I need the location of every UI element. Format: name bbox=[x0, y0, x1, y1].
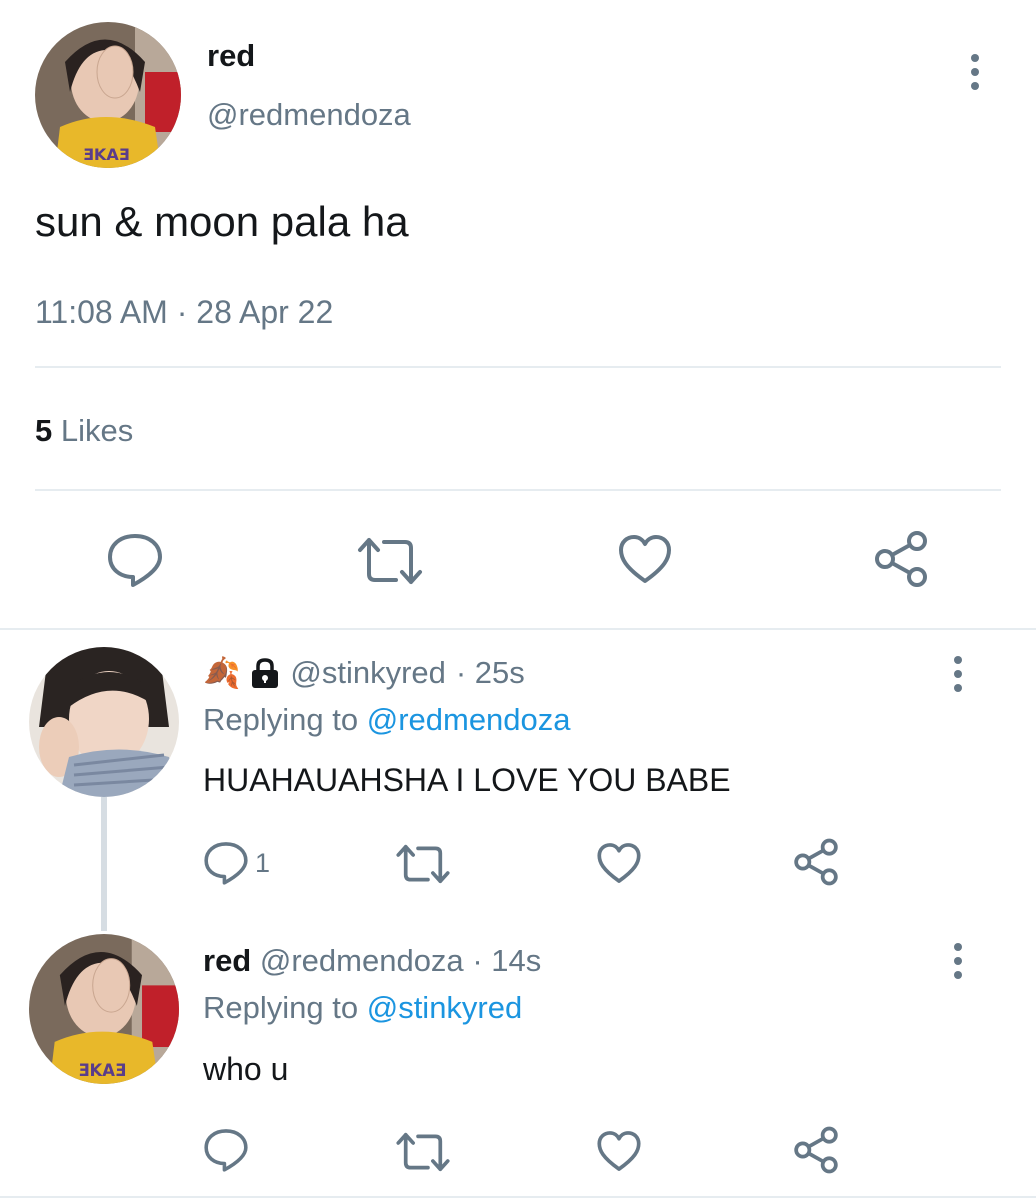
reply-icon bbox=[204, 1129, 248, 1172]
tweet-date: 28 Apr 22 bbox=[196, 294, 334, 330]
reply1-handle[interactable]: @stinkyred bbox=[290, 655, 446, 691]
svg-text:ƎKAƎ: ƎKAƎ bbox=[83, 145, 130, 164]
likes-count: 5 bbox=[35, 413, 53, 448]
replying-handle-link[interactable]: @redmendoza bbox=[367, 702, 571, 737]
avatar-red[interactable]: ƎKAƎ bbox=[35, 22, 181, 168]
reply1-header: 🍂 @stinkyred · 25s bbox=[203, 655, 525, 691]
retweet-button[interactable] bbox=[356, 536, 424, 586]
reply1-replying-to: Replying to @redmendoza bbox=[203, 702, 571, 738]
likes-stat[interactable]: 5 Likes bbox=[35, 413, 133, 449]
more-icon[interactable] bbox=[952, 656, 964, 692]
divider bbox=[35, 366, 1001, 368]
svg-text:ƎKAƎ: ƎKAƎ bbox=[78, 1061, 126, 1080]
share-icon bbox=[794, 1126, 838, 1174]
leaf-emoji: 🍂 bbox=[203, 656, 241, 690]
author-handle[interactable]: @redmendoza bbox=[207, 97, 411, 133]
reply2-age: · 14s bbox=[472, 943, 542, 978]
share-icon bbox=[875, 531, 927, 587]
like-button[interactable] bbox=[596, 1129, 642, 1173]
tweet-time: 11:08 AM bbox=[35, 294, 168, 330]
section-divider bbox=[0, 628, 1036, 630]
avatar-red[interactable]: ƎKAƎ bbox=[29, 934, 179, 1084]
like-icon bbox=[619, 535, 671, 583]
reply2-text: who u bbox=[203, 1051, 289, 1087]
reply-button[interactable]: 1 bbox=[203, 840, 270, 886]
reply-button[interactable] bbox=[106, 532, 164, 588]
reply2-replying-to: Replying to @stinkyred bbox=[203, 990, 522, 1026]
bottom-divider bbox=[0, 1196, 1036, 1198]
divider bbox=[35, 489, 1001, 491]
avatar-stinkyred[interactable] bbox=[29, 647, 179, 797]
author-name[interactable]: red bbox=[207, 38, 255, 74]
reply-icon bbox=[204, 842, 248, 885]
retweet-icon bbox=[396, 844, 450, 884]
share-icon bbox=[794, 838, 838, 886]
replying-handle-link[interactable]: @stinkyred bbox=[367, 990, 523, 1025]
more-icon[interactable] bbox=[952, 943, 964, 979]
share-button[interactable] bbox=[792, 838, 840, 886]
tweet-text: sun & moon pala ha bbox=[35, 198, 409, 245]
share-button[interactable] bbox=[872, 530, 930, 588]
like-icon bbox=[597, 843, 641, 883]
reply2-handle[interactable]: @redmendoza bbox=[260, 943, 464, 978]
replying-label: Replying to bbox=[203, 702, 359, 737]
retweet-button[interactable] bbox=[395, 843, 451, 885]
retweet-icon bbox=[358, 538, 422, 584]
reply-count: 1 bbox=[255, 847, 271, 878]
like-button[interactable] bbox=[596, 841, 642, 885]
reply1-age: · 25s bbox=[455, 655, 525, 690]
replying-label: Replying to bbox=[203, 990, 359, 1025]
like-button[interactable] bbox=[617, 533, 673, 585]
reply-icon bbox=[108, 534, 162, 587]
tweet-timestamp[interactable]: 11:08 AM · 28 Apr 22 bbox=[35, 294, 333, 331]
retweet-button[interactable] bbox=[395, 1131, 451, 1173]
likes-label: Likes bbox=[60, 413, 134, 448]
reply-button[interactable] bbox=[203, 1127, 249, 1173]
retweet-icon bbox=[396, 1132, 450, 1172]
thread-line bbox=[101, 797, 107, 931]
like-icon bbox=[597, 1131, 641, 1171]
reply1-text: HUAHAUAHSHA I LOVE YOU BABE bbox=[203, 762, 731, 798]
reply2-display-name[interactable]: red bbox=[203, 943, 251, 978]
avatar-red-image: ƎKAƎ bbox=[35, 22, 181, 168]
timestamp-separator: · bbox=[176, 294, 188, 330]
lock-icon bbox=[252, 658, 279, 688]
reply2-header: red @redmendoza · 14s bbox=[203, 943, 541, 979]
avatar-red-image: ƎKAƎ bbox=[29, 934, 179, 1084]
more-icon[interactable] bbox=[969, 54, 981, 90]
avatar-stinkyred-image bbox=[29, 647, 179, 797]
share-button[interactable] bbox=[792, 1126, 840, 1174]
